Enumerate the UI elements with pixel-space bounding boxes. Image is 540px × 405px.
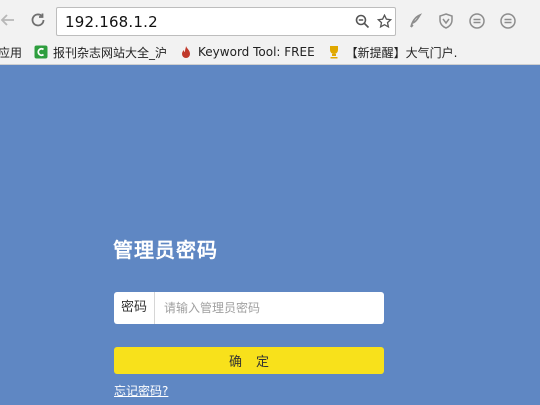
password-label: 密码 xyxy=(114,292,155,324)
confirm-button[interactable]: 确定 xyxy=(114,347,384,374)
bookmark-star-icon[interactable] xyxy=(373,14,395,29)
bookmarks-bar: 应用 报刊杂志网站大全_沪 Keyword Tool: FREE 【新提醒】大气… xyxy=(0,40,540,65)
green-c-icon xyxy=(34,45,48,59)
bookmark-label: 报刊杂志网站大全_沪 xyxy=(53,45,168,60)
browser-toolbar: 192.168.1.2 xyxy=(0,0,540,40)
bookmark-newspapers[interactable]: 报刊杂志网站大全_沪 xyxy=(34,44,167,61)
shield-extension-icon[interactable] xyxy=(435,10,457,32)
forgot-password-link[interactable]: 忘记密码? xyxy=(114,382,168,399)
extension-icons xyxy=(404,10,519,32)
bookmark-portal[interactable]: 【新提醒】大气门户. xyxy=(327,44,458,61)
bookmark-apps[interactable]: 应用 xyxy=(0,44,22,61)
reload-icon[interactable] xyxy=(26,8,50,32)
address-bar[interactable]: 192.168.1.2 xyxy=(56,7,396,36)
back-arrow-icon[interactable] xyxy=(0,8,20,32)
zoom-out-icon[interactable] xyxy=(351,14,373,29)
bookmark-keyword-tool[interactable]: Keyword Tool: FREE xyxy=(179,45,315,59)
login-title: 管理员密码 xyxy=(113,238,218,262)
circle-extension-icon-2[interactable] xyxy=(497,10,519,32)
flame-icon xyxy=(179,45,193,59)
password-input[interactable] xyxy=(155,293,384,323)
bookmark-label: 【新提醒】大气门户. xyxy=(345,45,458,60)
feather-extension-icon[interactable] xyxy=(404,10,426,32)
url-text[interactable]: 192.168.1.2 xyxy=(65,13,351,31)
trophy-icon xyxy=(327,45,341,59)
password-row: 密码 xyxy=(114,292,384,324)
circle-extension-icon[interactable] xyxy=(466,10,488,32)
bookmark-label: 应用 xyxy=(0,45,23,60)
bookmark-label: Keyword Tool: FREE xyxy=(198,45,315,59)
